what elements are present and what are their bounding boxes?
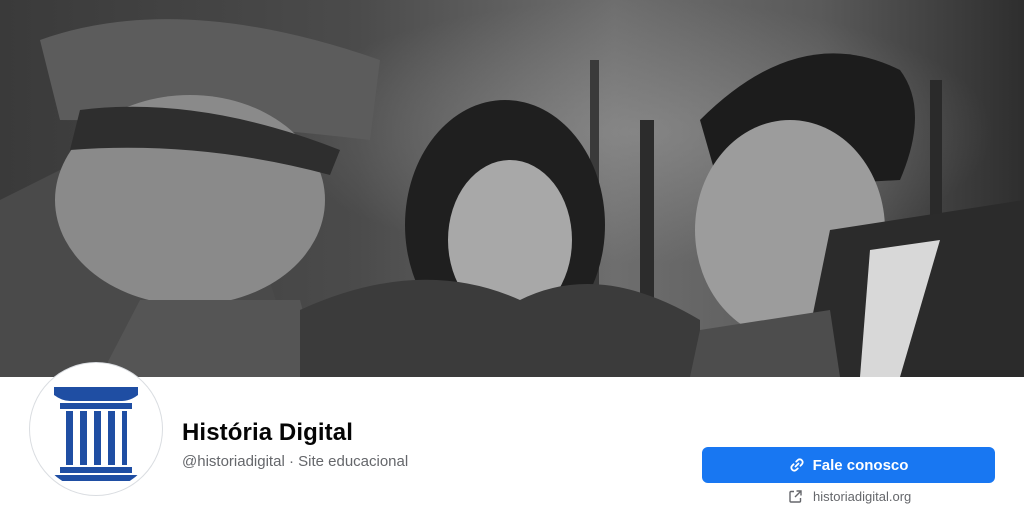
website-link[interactable]: historiadigital.org: [788, 489, 911, 504]
page-meta: @historiadigital · Site educacional: [182, 453, 408, 470]
link-icon: [789, 457, 805, 473]
contact-button[interactable]: Fale conosco: [702, 447, 995, 483]
meta-separator: ·: [284, 453, 299, 470]
external-link-icon: [788, 489, 803, 504]
cover-photo[interactable]: [0, 0, 1024, 377]
contact-button-label: Fale conosco: [812, 456, 909, 474]
profile-avatar[interactable]: [30, 363, 162, 495]
page-category[interactable]: Site educacional: [298, 453, 408, 470]
page-title[interactable]: História Digital: [182, 419, 353, 447]
website-label: historiadigital.org: [813, 489, 912, 504]
page-handle: @historiadigital: [182, 453, 285, 470]
column-logo-icon: [34, 367, 158, 491]
